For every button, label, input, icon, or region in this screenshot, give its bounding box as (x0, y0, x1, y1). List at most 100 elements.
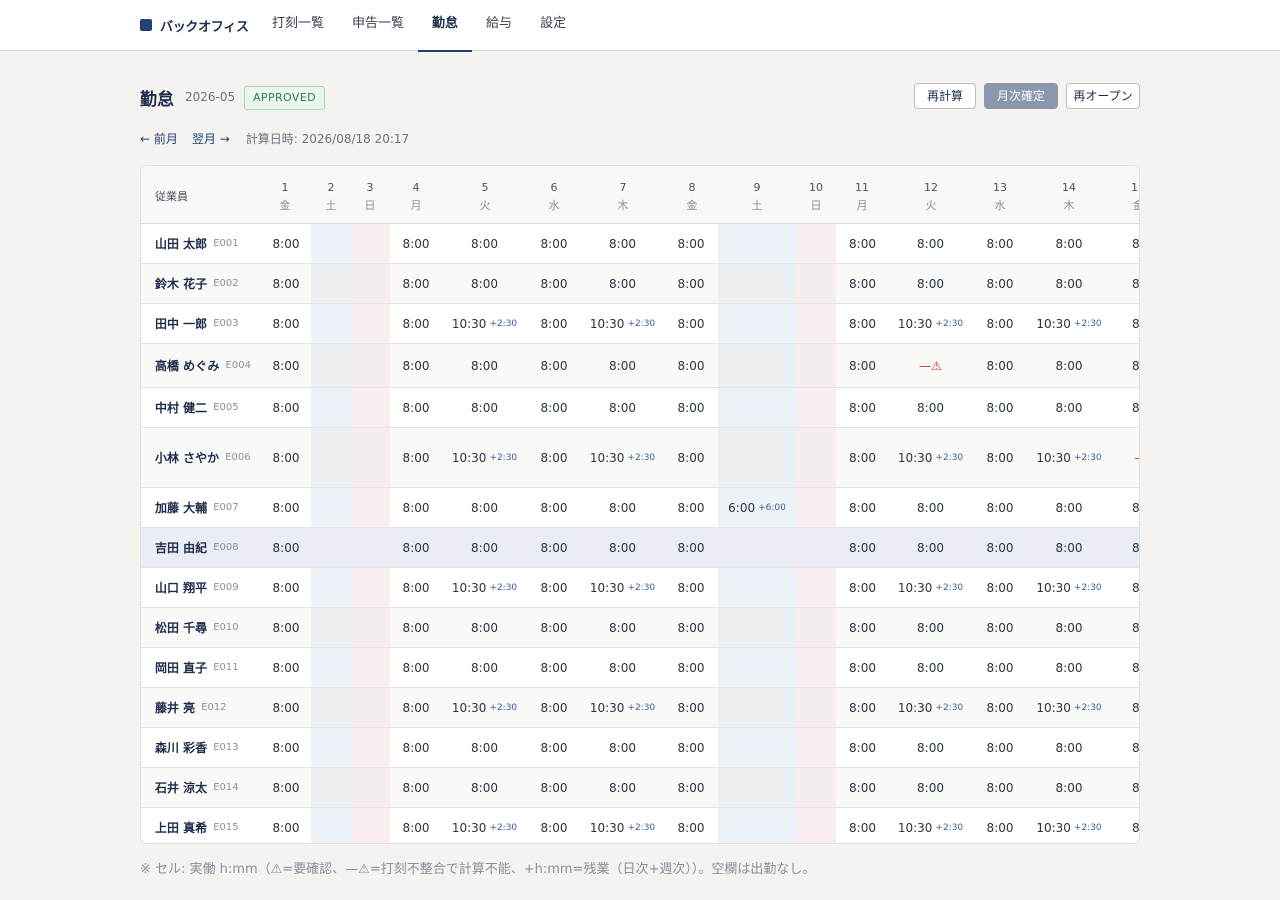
attendance-cell[interactable]: 8:00 (390, 648, 442, 687)
attendance-cell[interactable]: 8:00 (889, 488, 972, 527)
employee-cell[interactable]: 高橋 めぐみ E004 (155, 344, 251, 387)
employee-row[interactable]: 石井 涼太 E014 8:00 8:00 8:00 8:00 8:00 8:00 8:00 8:0… (141, 768, 1139, 808)
attendance-cell[interactable]: 10:30 +2:30 (889, 304, 972, 343)
attendance-cell[interactable]: 8:00 (664, 488, 718, 527)
attendance-cell[interactable] (718, 648, 796, 687)
attendance-cell[interactable] (718, 568, 796, 607)
attendance-cell[interactable] (796, 344, 836, 387)
attendance-cell[interactable]: 8:00 (261, 808, 311, 843)
attendance-cell[interactable] (796, 304, 836, 343)
attendance-cell[interactable]: 8:00 (581, 648, 664, 687)
attendance-cell[interactable]: 8:00 (527, 808, 581, 843)
attendance-cell[interactable]: 10:30 +2:30 (581, 688, 664, 727)
attendance-cell[interactable]: 10:30 +2:30 (442, 808, 527, 843)
attendance-cell[interactable]: 8:00 (390, 768, 442, 807)
attendance-cell[interactable]: 8:00 (664, 648, 718, 687)
attendance-cell[interactable]: 8:00 (972, 808, 1028, 843)
attendance-cell[interactable]: 8:00 (836, 224, 889, 263)
attendance-cell[interactable]: 8:00 (581, 768, 664, 807)
attendance-cell[interactable]: 8:00 (390, 608, 442, 647)
employee-row[interactable]: 藤井 亮 E012 8:00 8:00 10:30 +2:30 8:00 10:30 +2:30… (141, 688, 1139, 728)
attendance-cell[interactable] (718, 688, 796, 727)
attendance-cell[interactable] (351, 428, 390, 487)
attendance-cell[interactable] (311, 688, 351, 727)
attendance-cell[interactable]: 8:00 (390, 808, 442, 843)
nav-tab-punch-list[interactable]: 打刻一覧 (258, 0, 338, 51)
employee-row[interactable]: 山田 太郎 E001 8:00 8:00 8:00 8:00 8:00 8:00 8:00 8:0… (141, 224, 1139, 264)
attendance-cell[interactable]: 8:00 (1110, 768, 1139, 807)
attendance-cell[interactable] (718, 304, 796, 343)
attendance-cell[interactable]: 8:00 (972, 264, 1028, 303)
attendance-cell[interactable]: 8:00 (664, 388, 718, 427)
monthly-confirm-button[interactable]: 月次確定 (984, 83, 1058, 109)
attendance-cell[interactable]: 8:00 (261, 264, 311, 303)
attendance-cell[interactable]: 8:00 (261, 608, 311, 647)
attendance-cell[interactable]: 8:00 (261, 344, 311, 387)
attendance-cell[interactable]: 8:00 (442, 608, 527, 647)
attendance-cell[interactable] (718, 264, 796, 303)
attendance-cell[interactable]: 8:00 (261, 224, 311, 263)
attendance-cell[interactable]: 8:00 (889, 264, 972, 303)
attendance-cell[interactable]: 8:00 (972, 608, 1028, 647)
attendance-cell[interactable]: 8:00 (581, 488, 664, 527)
attendance-cell[interactable]: 8:00 (889, 768, 972, 807)
attendance-cell[interactable] (311, 428, 351, 487)
attendance-cell[interactable]: 8:00 (527, 528, 581, 567)
attendance-cell[interactable]: 8:00 (581, 528, 664, 567)
attendance-cell[interactable]: 8:00 (972, 528, 1028, 567)
attendance-cell[interactable] (351, 488, 390, 527)
attendance-cell[interactable]: 8:00 (1110, 648, 1139, 687)
attendance-cell[interactable]: 8:00 (664, 528, 718, 567)
attendance-cell[interactable]: 8:00 (261, 728, 311, 767)
attendance-cell[interactable]: 10:30 +2:30 (889, 428, 972, 487)
employee-cell[interactable]: 上田 真希 E015 (155, 808, 239, 843)
attendance-cell[interactable]: 10:30 +2:30 (442, 568, 527, 607)
attendance-cell[interactable] (311, 648, 351, 687)
attendance-cell[interactable]: 8:00 (390, 428, 442, 487)
employee-row[interactable]: 山口 翔平 E009 8:00 8:00 10:30 +2:30 8:00 10:30 +2:3… (141, 568, 1139, 608)
employee-row[interactable]: 松田 千尋 E010 8:00 8:00 8:00 8:00 8:00 8:00 8:00 8:0… (141, 608, 1139, 648)
attendance-cell[interactable]: 8:00 (527, 488, 581, 527)
attendance-cell[interactable] (718, 224, 796, 263)
attendance-cell[interactable]: 8:00 (1110, 808, 1139, 843)
employee-cell[interactable]: 田中 一郎 E003 (155, 304, 239, 343)
attendance-cell[interactable]: 8:00 (442, 344, 527, 387)
attendance-cell[interactable]: 8:00 (664, 344, 718, 387)
attendance-cell[interactable] (311, 568, 351, 607)
attendance-cell[interactable]: 8:00 (581, 608, 664, 647)
attendance-cell[interactable] (796, 688, 836, 727)
attendance-cell[interactable]: 8:00 (390, 344, 442, 387)
attendance-cell[interactable]: 8:00 (836, 648, 889, 687)
attendance-cell[interactable] (311, 304, 351, 343)
employee-cell[interactable]: 岡田 直子 E011 (155, 648, 239, 687)
attendance-cell[interactable]: 8:00 (836, 608, 889, 647)
attendance-cell[interactable] (718, 808, 796, 843)
attendance-cell[interactable]: 8:00 (1028, 264, 1110, 303)
attendance-cell[interactable] (311, 488, 351, 527)
attendance-cell[interactable] (718, 528, 796, 567)
attendance-cell[interactable] (351, 264, 390, 303)
attendance-cell[interactable]: 10:30 +2:30 (1028, 808, 1110, 843)
attendance-cell[interactable]: 8:00 (261, 768, 311, 807)
attendance-cell[interactable]: 8:00 (261, 488, 311, 527)
attendance-cell[interactable]: 8:00 (581, 388, 664, 427)
attendance-cell[interactable]: 8:00 (390, 688, 442, 727)
attendance-cell[interactable] (351, 808, 390, 843)
attendance-cell[interactable]: 8:00 (261, 388, 311, 427)
attendance-cell[interactable] (796, 768, 836, 807)
employee-row[interactable]: 上田 真希 E015 8:00 8:00 10:30 +2:30 8:00 10:30 +2:3… (141, 808, 1139, 843)
attendance-cell[interactable] (311, 808, 351, 843)
employee-row[interactable]: 岡田 直子 E011 8:00 8:00 8:00 8:00 8:00 8:00 8:00 8:0… (141, 648, 1139, 688)
attendance-cell[interactable]: 8:00 (836, 728, 889, 767)
attendance-cell[interactable]: 8:00 (442, 224, 527, 263)
attendance-cell[interactable]: 8:00 (972, 488, 1028, 527)
attendance-cell[interactable]: 8:00 (836, 528, 889, 567)
attendance-cell[interactable] (351, 688, 390, 727)
attendance-cell[interactable]: 8:00 (1110, 304, 1139, 343)
attendance-cell[interactable]: 8:00 (390, 224, 442, 263)
attendance-cell[interactable]: 8:00 (527, 428, 581, 487)
attendance-cell[interactable]: —⚠ (1110, 428, 1139, 487)
attendance-cell[interactable]: 8:00 (527, 608, 581, 647)
attendance-cell[interactable] (796, 388, 836, 427)
attendance-cell[interactable]: 8:00 (664, 428, 718, 487)
